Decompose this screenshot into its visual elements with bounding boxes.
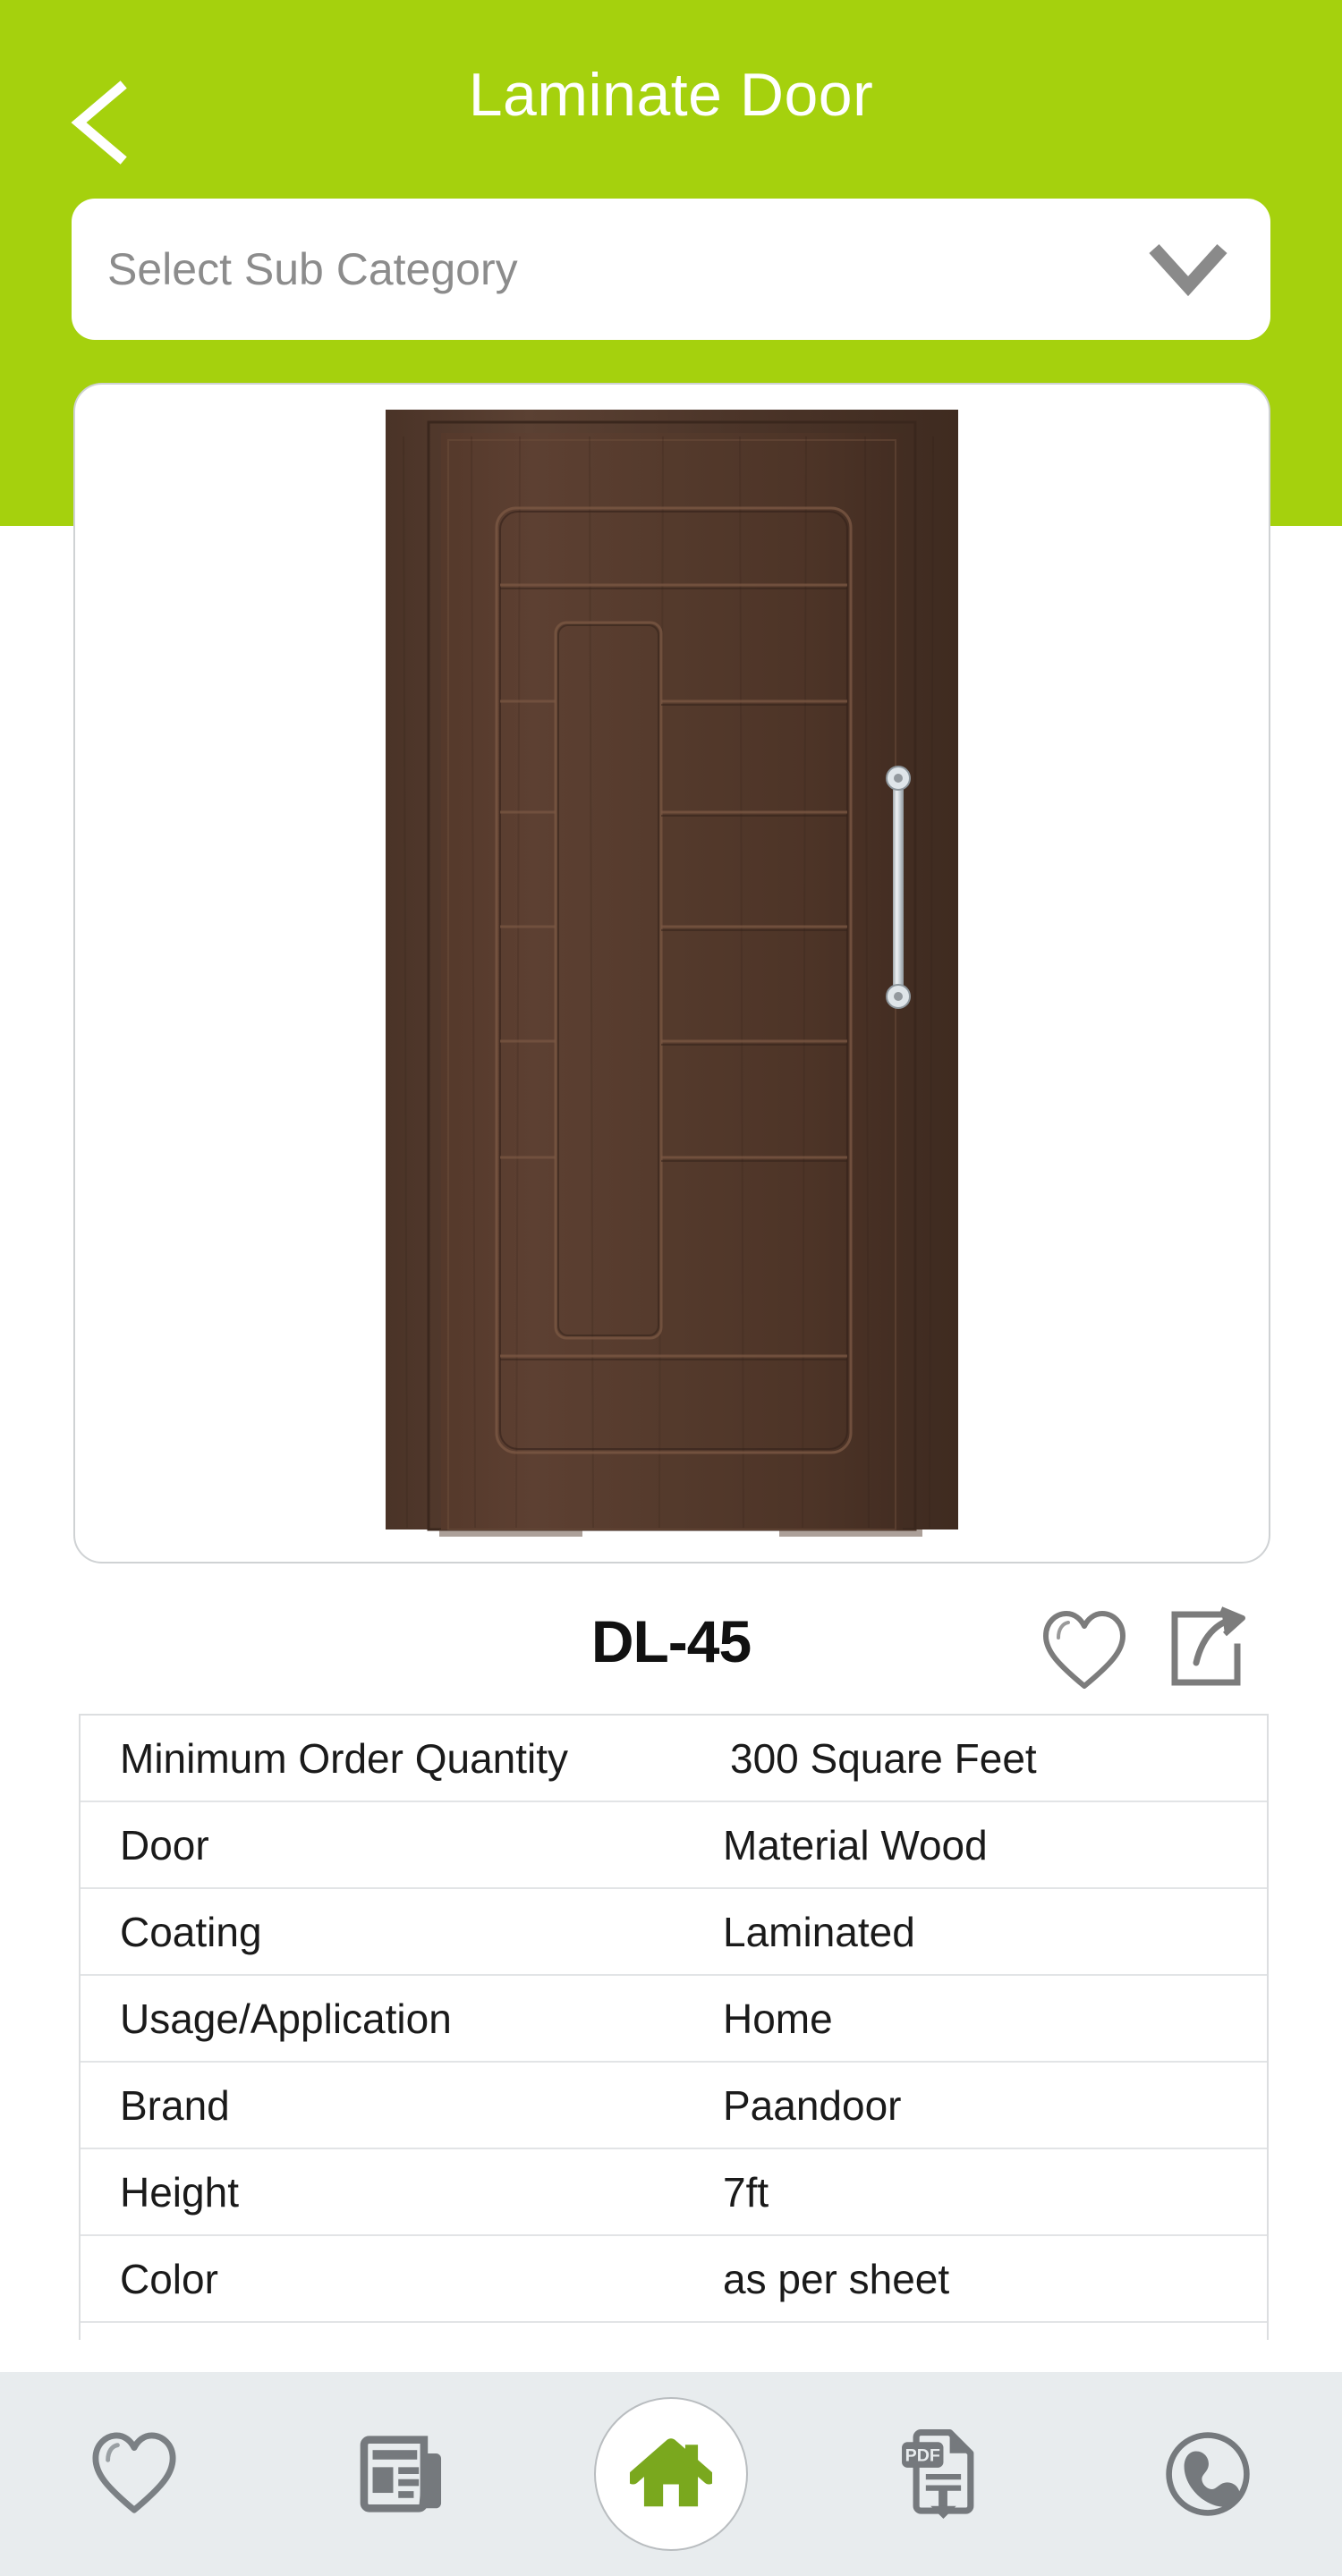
home-active-circle bbox=[594, 2397, 748, 2551]
product-title-row: DL-45 bbox=[0, 1588, 1342, 1704]
product-specs-table: Minimum Order Quantity 300 Square Feet D… bbox=[79, 1714, 1269, 2340]
spec-key: Coating bbox=[120, 1909, 262, 1955]
spec-key: Height bbox=[120, 2169, 239, 2216]
spec-value: Material Wood bbox=[723, 1822, 988, 1868]
news-icon bbox=[360, 2436, 442, 2512]
product-name: DL-45 bbox=[590, 1608, 752, 1674]
share-button[interactable] bbox=[1166, 1606, 1248, 1691]
laminate-door-illustration bbox=[386, 410, 958, 1537]
spec-key: Brand bbox=[120, 2082, 230, 2129]
pdf-download-icon: PDF bbox=[902, 2429, 974, 2519]
table-row: Door Material Wood bbox=[81, 1802, 1267, 1889]
spec-key: Door bbox=[120, 1822, 209, 1868]
table-row: Height 7ft bbox=[81, 2149, 1267, 2236]
table-row: Usage/Application Home bbox=[81, 1976, 1267, 2063]
phone-icon bbox=[1166, 2432, 1250, 2516]
favorite-button[interactable] bbox=[1040, 1609, 1128, 1691]
spec-value: 7ft bbox=[723, 2169, 769, 2216]
nav-item-news[interactable] bbox=[268, 2372, 537, 2576]
home-icon bbox=[630, 2438, 712, 2507]
nav-item-favorites[interactable] bbox=[0, 2372, 268, 2576]
spec-value: Home bbox=[723, 1996, 833, 2042]
spec-key: Usage/Application bbox=[120, 1996, 452, 2042]
chevron-down-icon bbox=[1149, 243, 1227, 297]
spec-value: as per sheet bbox=[723, 2256, 950, 2302]
nav-item-pdf-download[interactable]: PDF bbox=[805, 2372, 1074, 2576]
heart-icon bbox=[92, 2432, 176, 2513]
spec-value: Laminated bbox=[723, 1909, 915, 1955]
table-row: Coating Laminated bbox=[81, 1889, 1267, 1976]
sub-category-select[interactable]: Select Sub Category bbox=[72, 199, 1270, 340]
nav-item-call[interactable] bbox=[1074, 2372, 1342, 2576]
sub-category-placeholder: Select Sub Category bbox=[107, 244, 518, 294]
heart-icon bbox=[1043, 1611, 1125, 1689]
share-icon bbox=[1171, 1606, 1245, 1686]
page-title: Laminate Door bbox=[468, 61, 874, 129]
bottom-navigation-bar: PDF bbox=[0, 2372, 1342, 2576]
table-row: Color as per sheet bbox=[81, 2236, 1267, 2323]
nav-item-home[interactable] bbox=[537, 2372, 805, 2576]
table-row: Minimum Order Quantity 300 Square Feet bbox=[81, 1716, 1267, 1802]
svg-text:PDF: PDF bbox=[905, 2446, 940, 2466]
spec-key: Color bbox=[120, 2256, 218, 2302]
product-image bbox=[386, 410, 958, 1537]
table-row: Brand Paandoor bbox=[81, 2063, 1267, 2149]
spec-value: Paandoor bbox=[723, 2082, 902, 2129]
product-image-card[interactable] bbox=[73, 383, 1270, 1563]
spec-key: Minimum Order Quantity bbox=[120, 1735, 569, 1782]
spec-value: 300 Square Feet bbox=[730, 1735, 1037, 1782]
